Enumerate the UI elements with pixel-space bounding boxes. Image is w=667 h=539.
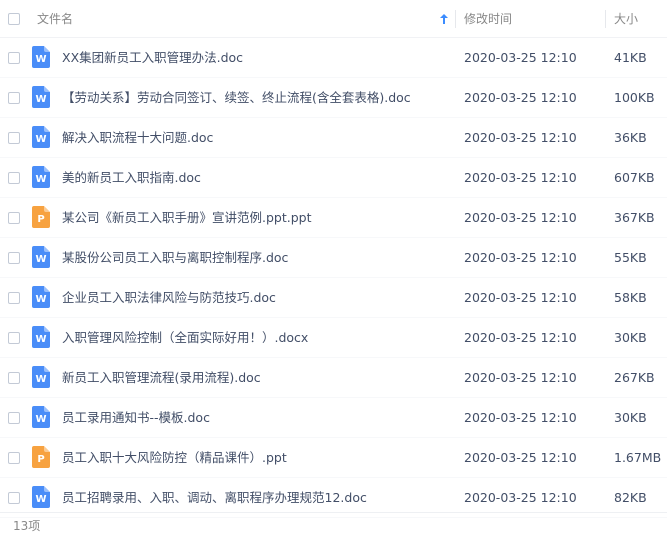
file-modified-time: 2020-03-25 12:10 xyxy=(464,170,577,185)
file-name-link[interactable]: XX集团新员工入职管理办法.doc xyxy=(62,38,243,78)
row-checkbox[interactable] xyxy=(8,252,20,264)
file-size: 267KB xyxy=(614,370,655,385)
row-checkbox[interactable] xyxy=(8,372,20,384)
column-divider[interactable] xyxy=(605,10,606,28)
file-modified-time: 2020-03-25 12:10 xyxy=(464,330,577,345)
row-checkbox[interactable] xyxy=(8,172,20,184)
file-icon-letter: P xyxy=(37,454,44,465)
file-icon-letter: W xyxy=(35,134,46,145)
file-modified-time: 2020-03-25 12:10 xyxy=(464,210,577,225)
file-row[interactable]: W XX集团新员工入职管理办法.doc 2020-03-25 12:10 41KB xyxy=(0,38,667,78)
file-size: 367KB xyxy=(614,210,655,225)
file-modified-time: 2020-03-25 12:10 xyxy=(464,410,577,425)
file-icon-letter: W xyxy=(35,374,46,385)
file-size: 36KB xyxy=(614,130,647,145)
row-checkbox[interactable] xyxy=(8,492,20,504)
file-icon-letter: W xyxy=(35,54,46,65)
row-checkbox[interactable] xyxy=(8,92,20,104)
word-file-icon: W xyxy=(32,326,50,348)
file-row[interactable]: W 美的新员工入职指南.doc 2020-03-25 12:10 607KB xyxy=(0,158,667,198)
row-checkbox[interactable] xyxy=(8,132,20,144)
file-size: 58KB xyxy=(614,290,647,305)
file-modified-time: 2020-03-25 12:10 xyxy=(464,130,577,145)
file-row[interactable]: W 企业员工入职法律风险与防范技巧.doc 2020-03-25 12:10 58KB xyxy=(0,278,667,318)
file-size: 1.67MB xyxy=(614,450,662,465)
file-size: 100KB xyxy=(614,90,655,105)
ppt-file-icon: P xyxy=(32,446,50,468)
word-file-icon: W xyxy=(32,46,50,68)
file-size: 30KB xyxy=(614,410,647,425)
word-file-icon: W xyxy=(32,166,50,188)
word-file-icon: W xyxy=(32,86,50,108)
word-file-icon: W xyxy=(32,246,50,268)
file-size: 41KB xyxy=(614,50,647,65)
list-header: 文件名 修改时间 大小 xyxy=(0,0,667,38)
column-header-modified[interactable]: 修改时间 xyxy=(464,0,512,38)
file-row[interactable]: W 某股份公司员工入职与离职控制程序.doc 2020-03-25 12:10 55K… xyxy=(0,238,667,278)
row-checkbox[interactable] xyxy=(8,52,20,64)
ppt-file-icon: P xyxy=(32,206,50,228)
file-row[interactable]: P 某公司《新员工入职手册》宣讲范例.ppt.ppt 2020-03-25 12:1… xyxy=(0,198,667,238)
file-modified-time: 2020-03-25 12:10 xyxy=(464,290,577,305)
file-size: 30KB xyxy=(614,330,647,345)
column-header-size[interactable]: 大小 xyxy=(614,0,638,38)
file-name-link[interactable]: 【劳动关系】劳动合同签订、续签、终止流程(含全套表格).doc xyxy=(62,78,411,118)
row-checkbox[interactable] xyxy=(8,292,20,304)
file-icon-letter: W xyxy=(35,414,46,425)
file-modified-time: 2020-03-25 12:10 xyxy=(464,370,577,385)
file-icon-letter: W xyxy=(35,294,46,305)
file-icon-letter: W xyxy=(35,494,46,505)
file-name-link[interactable]: 某公司《新员工入职手册》宣讲范例.ppt.ppt xyxy=(62,198,312,238)
file-row[interactable]: W 员工录用通知书--模板.doc 2020-03-25 12:10 30KB xyxy=(0,398,667,438)
file-icon-letter: W xyxy=(35,174,46,185)
file-modified-time: 2020-03-25 12:10 xyxy=(464,450,577,465)
row-checkbox[interactable] xyxy=(8,212,20,224)
file-name-link[interactable]: 新员工入职管理流程(录用流程).doc xyxy=(62,358,261,398)
row-checkbox[interactable] xyxy=(8,412,20,424)
file-icon-letter: P xyxy=(37,214,44,225)
file-name-link[interactable]: 美的新员工入职指南.doc xyxy=(62,158,201,198)
file-name-link[interactable]: 解决入职流程十大问题.doc xyxy=(62,118,213,158)
file-row[interactable]: W 新员工入职管理流程(录用流程).doc 2020-03-25 12:10 267K… xyxy=(0,358,667,398)
word-file-icon: W xyxy=(32,126,50,148)
row-checkbox[interactable] xyxy=(8,332,20,344)
file-list: 文件名 修改时间 大小 W XX集团新员工入职管理办法.doc 2020-03-25… xyxy=(0,0,667,539)
file-name-link[interactable]: 员工录用通知书--模板.doc xyxy=(62,398,210,438)
file-row[interactable]: W 解决入职流程十大问题.doc 2020-03-25 12:10 36KB xyxy=(0,118,667,158)
file-modified-time: 2020-03-25 12:10 xyxy=(464,250,577,265)
column-header-name[interactable]: 文件名 xyxy=(37,0,73,38)
status-bar: 13项 xyxy=(0,512,667,539)
file-name-link[interactable]: 员工入职十大风险防控（精品课件）.ppt xyxy=(62,438,287,478)
word-file-icon: W xyxy=(32,286,50,308)
word-file-icon: W xyxy=(32,406,50,428)
file-size: 55KB xyxy=(614,250,647,265)
arrow-up-icon[interactable] xyxy=(439,13,449,25)
file-name-link[interactable]: 某股份公司员工入职与离职控制程序.doc xyxy=(62,238,288,278)
item-count: 13项 xyxy=(13,519,41,533)
select-all-checkbox[interactable] xyxy=(8,13,20,25)
row-checkbox[interactable] xyxy=(8,452,20,464)
file-row[interactable]: W 入职管理风险控制（全面实际好用！）.docx 2020-03-25 12:10 3… xyxy=(0,318,667,358)
file-name-link[interactable]: 入职管理风险控制（全面实际好用！）.docx xyxy=(62,318,308,358)
file-icon-letter: W xyxy=(35,334,46,345)
file-size: 607KB xyxy=(614,170,655,185)
word-file-icon: W xyxy=(32,366,50,388)
file-icon-letter: W xyxy=(35,94,46,105)
column-divider[interactable] xyxy=(455,10,456,28)
word-file-icon: W xyxy=(32,486,50,508)
file-name-link[interactable]: 企业员工入职法律风险与防范技巧.doc xyxy=(62,278,276,318)
file-icon-letter: W xyxy=(35,254,46,265)
file-modified-time: 2020-03-25 12:10 xyxy=(464,90,577,105)
file-row[interactable]: P 员工入职十大风险防控（精品课件）.ppt 2020-03-25 12:10 1.6… xyxy=(0,438,667,478)
file-modified-time: 2020-03-25 12:10 xyxy=(464,50,577,65)
file-rows: W XX集团新员工入职管理办法.doc 2020-03-25 12:10 41KB W 【… xyxy=(0,38,667,518)
file-row[interactable]: W 【劳动关系】劳动合同签订、续签、终止流程(含全套表格).doc 2020-03-… xyxy=(0,78,667,118)
